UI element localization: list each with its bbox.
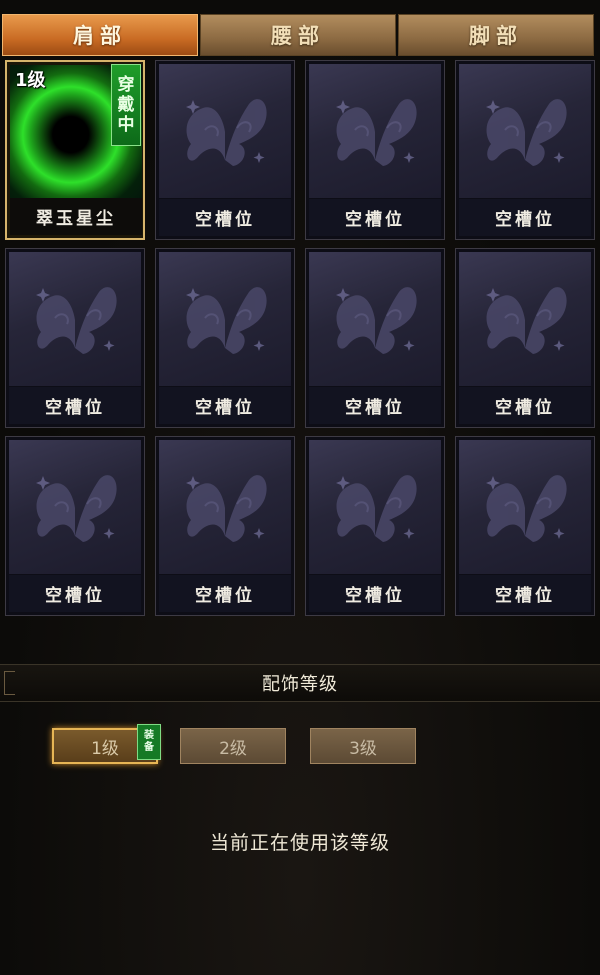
accessory-slot-empty[interactable]: 空槽位: [305, 436, 445, 616]
slot-label: 空槽位: [459, 199, 591, 236]
slot-level-text: 1级: [15, 70, 46, 91]
slot-label: 空槽位: [159, 387, 291, 424]
butterfly-placeholder-icon: [459, 252, 591, 386]
slot-label: 翠玉星尘: [10, 198, 142, 235]
butterfly-placeholder-icon: [9, 252, 141, 386]
butterfly-placeholder-icon: [9, 440, 141, 574]
tab-feet[interactable]: 脚部: [398, 14, 594, 56]
slot-label: 空槽位: [159, 199, 291, 236]
slot-label: 空槽位: [9, 387, 141, 424]
slot-label: 空槽位: [309, 575, 441, 612]
accessory-slot-empty[interactable]: 空槽位: [305, 60, 445, 240]
slot-label: 空槽位: [459, 387, 591, 424]
accessory-slot-empty[interactable]: 空槽位: [455, 248, 595, 428]
slot-label: 空槽位: [309, 199, 441, 236]
butterfly-placeholder-icon: [159, 440, 291, 574]
butterfly-placeholder-icon: [309, 252, 441, 386]
accessory-slot-empty[interactable]: 空槽位: [455, 60, 595, 240]
level-2-button[interactable]: 2级: [180, 728, 286, 764]
accessory-slot-equipped[interactable]: 1级 穿戴中翠玉星尘: [5, 60, 145, 240]
butterfly-placeholder-icon: [459, 64, 591, 198]
section-title: 配饰等级: [262, 674, 338, 695]
butterfly-placeholder-icon: [459, 440, 591, 574]
butterfly-placeholder-icon: [309, 64, 441, 198]
tab-bar: 肩部 腰部 脚部: [0, 14, 600, 58]
level-status-text: 当前正在使用该等级: [209, 832, 390, 854]
slot-label: 空槽位: [459, 575, 591, 612]
section-header: 配饰等级: [0, 664, 600, 702]
butterfly-placeholder-icon: [159, 252, 291, 386]
wearing-badge: 穿戴中: [111, 64, 141, 146]
equipped-badge: 装 备: [137, 724, 161, 760]
accessory-slot-empty[interactable]: 空槽位: [155, 436, 295, 616]
accessory-slot-empty[interactable]: 空槽位: [5, 248, 145, 428]
accessory-slot-empty[interactable]: 空槽位: [5, 436, 145, 616]
butterfly-placeholder-icon: [159, 64, 291, 198]
accessory-slot-empty[interactable]: 空槽位: [155, 60, 295, 240]
accessory-panel: 肩部 腰部 脚部 1级穿戴中翠玉星尘 空槽位 空槽位 空槽位 空槽位 空槽位 空槽位 空槽位空…: [0, 0, 600, 975]
level-3-button[interactable]: 3级: [310, 728, 416, 764]
butterfly-placeholder-icon: [309, 440, 441, 574]
tab-waist[interactable]: 腰部: [200, 14, 396, 56]
tab-shoulder[interactable]: 肩部: [2, 14, 198, 56]
accessory-slot-empty[interactable]: 空槽位: [455, 436, 595, 616]
slot-label: 空槽位: [9, 575, 141, 612]
accessory-slot-empty[interactable]: 空槽位: [155, 248, 295, 428]
accessory-slot-empty[interactable]: 空槽位: [305, 248, 445, 428]
slot-label: 空槽位: [309, 387, 441, 424]
slot-label: 空槽位: [159, 575, 291, 612]
